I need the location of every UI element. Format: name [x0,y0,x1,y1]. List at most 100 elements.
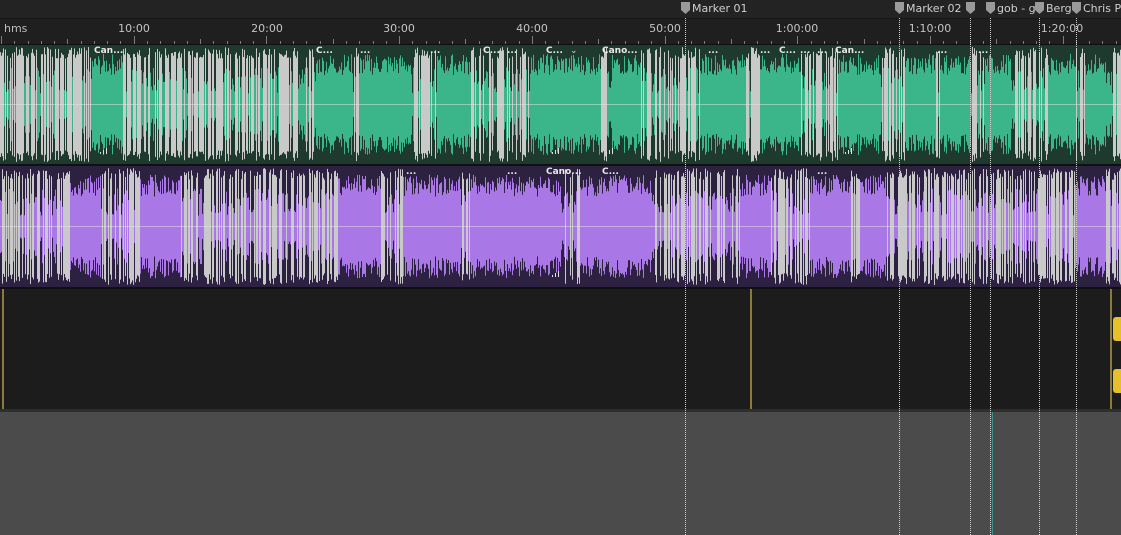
clip-title[interactable]: C... [602,167,619,177]
audio-track-2[interactable]: ... ... Cano... C... ... [0,166,1121,289]
clip-title[interactable]: C... [316,46,333,56]
ruler-time-label: 1:20:00 [1040,22,1084,35]
marker-05[interactable]: Berg [1035,2,1072,17]
ruler-tick [903,41,905,44]
marker-label: Marker 02 [906,2,962,15]
trim-handle-icon[interactable] [1113,369,1121,393]
ruler-tick [266,36,268,44]
ruler-tick [1102,41,1104,44]
clip-edge[interactable] [2,289,4,409]
clip-title[interactable]: C... [779,46,796,56]
ruler-unit-label: hms [4,22,28,35]
time-ruler[interactable]: hms 10:00 20:00 30:00 40:00 50:00 1:00:0… [0,19,1121,45]
clip-title[interactable]: ... [760,46,770,56]
clip-title[interactable]: ... [817,46,827,56]
ruler-tick [1022,41,1024,44]
ruler-tick [67,39,69,44]
ruler-tick [160,41,162,44]
ruler-tick [1,36,2,44]
ruler-tick [850,41,852,44]
ruler-tick [677,41,679,44]
marker-flag-icon [681,2,690,14]
clip-title[interactable]: Cano... [546,167,582,177]
ruler-tick [465,39,467,44]
ruler-tick [346,41,347,44]
ruler-tick [292,41,294,44]
marker-flag-icon [966,2,975,14]
audio-track-1[interactable]: Can... C... ... ... C... ... C... ⌄ Cano… [0,45,1121,166]
marker-flag-icon [986,2,995,14]
ruler-tick [598,39,600,44]
ruler-tick [744,41,746,44]
marker-flag-icon [1072,2,1081,14]
marker-01[interactable]: Marker 01 [681,2,748,17]
ruler-tick [239,41,241,44]
ruler-tick [80,41,82,44]
ruler-tick [1009,41,1011,44]
ruler-tick [956,41,958,44]
ruler-tick [943,41,945,44]
clip-title[interactable]: ... [430,46,440,56]
marker-03[interactable] [966,2,977,17]
clip-edge[interactable] [750,289,752,409]
ruler-tick [412,41,414,44]
ruler-tick [518,41,520,44]
ruler-tick [306,41,308,44]
clip-title[interactable]: C... [483,46,500,56]
marker-label: Marker 01 [692,2,748,15]
ruler-time-label: 30:00 [383,22,415,35]
playhead[interactable] [992,412,993,535]
ruler-tick [120,41,122,44]
ruler-tick [1089,41,1091,44]
ruler-tick [147,41,148,44]
clip-title[interactable]: ... [937,46,947,56]
trim-handle-icon[interactable] [1113,317,1121,341]
volume-level-icon [845,147,855,154]
ruler-tick [983,41,984,44]
clip-title[interactable]: Can... [94,46,123,56]
marker-02[interactable]: Marker 02 [895,2,962,17]
audio-track-3[interactable] [0,289,1121,412]
ruler-tick [279,41,281,44]
ruler-tick [571,41,573,44]
clip-title[interactable]: ... [507,167,517,177]
clip-title[interactable]: C... [546,46,563,56]
clip-title[interactable]: ... [978,46,988,56]
clip-title[interactable]: ... [817,167,827,177]
ruler-tick [624,41,626,44]
clip-title[interactable]: Cano... [602,46,638,56]
ruler-tick [638,41,639,44]
volume-level-icon [552,147,562,154]
ruler-tick [385,41,387,44]
clip-edge[interactable] [1110,289,1112,409]
ruler-tick [890,41,892,44]
marker-flag-icon [1035,2,1044,14]
marker-04[interactable]: gob - g [986,2,1036,17]
ruler-tick [717,41,719,44]
ruler-tick [651,41,653,44]
clip-title[interactable]: ... [406,167,416,177]
track-2-waveform [0,168,1121,285]
clip-title[interactable]: ... [800,46,810,56]
ruler-time-label: 10:00 [118,22,150,35]
ruler-tick [1049,41,1051,44]
marker-label: Berg [1046,2,1072,15]
clip-title[interactable]: ... [507,46,517,56]
marker-06[interactable]: Chris Pe [1072,2,1121,17]
ruler-tick [372,41,374,44]
ruler-time-label: 1:00:00 [775,22,819,35]
clip-menu-chevron-icon[interactable]: ⌄ [570,46,578,56]
ruler-tick [770,41,772,44]
empty-track-area[interactable] [0,412,1121,535]
ruler-tick [492,41,493,44]
ruler-tick [584,41,586,44]
clip-title[interactable]: ... [360,46,370,56]
ruler-tick [359,41,361,44]
ruler-tick [40,41,42,44]
ruler-time-label: 50:00 [649,22,681,35]
ruler-tick [757,41,759,44]
clip-title[interactable]: ... [708,46,718,56]
ruler-tick [478,41,480,44]
clip-title[interactable]: Can... [835,46,864,56]
ruler-tick [691,41,692,44]
